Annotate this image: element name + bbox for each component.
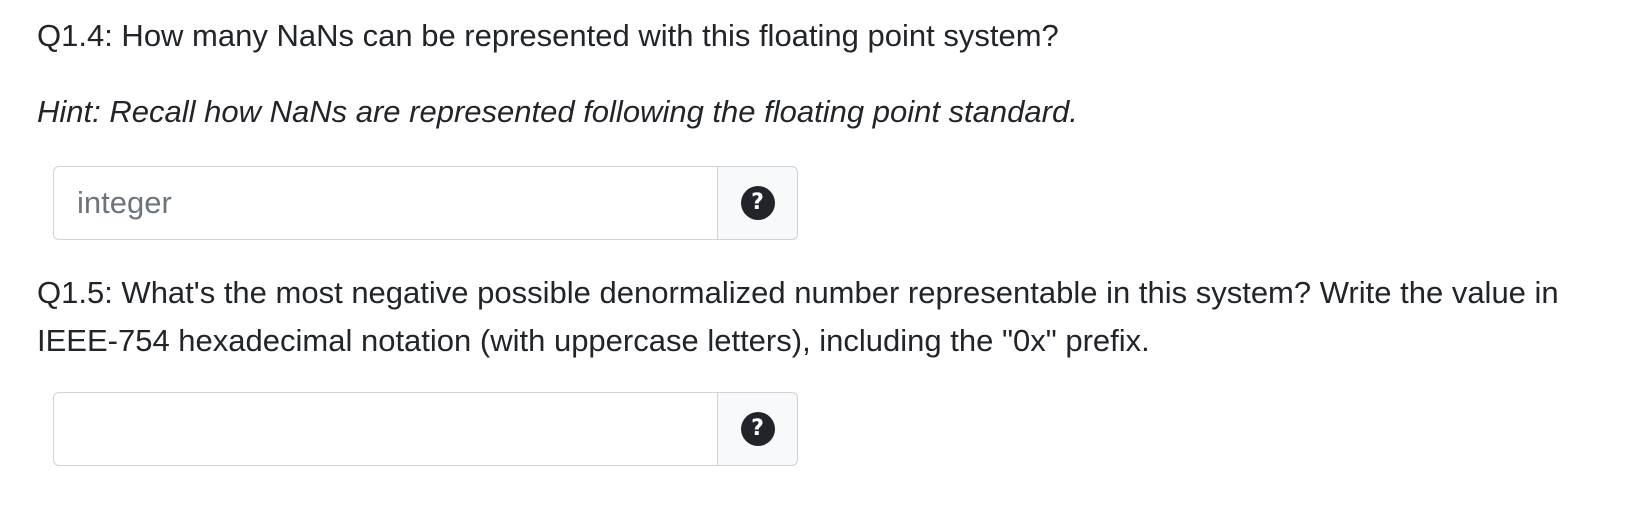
question-circle-icon: ? [740,186,775,220]
question-1-5-help-button[interactable]: ? [717,392,798,466]
question-1-4-text: Q1.4: How many NaNs can be represented w… [37,18,1059,53]
question-circle-icon: ? [740,412,775,446]
question-1-5-answer-group: ? [53,392,798,466]
question-1-5-text: Q1.5: What's the most negative possible … [37,275,1559,358]
question-1-4-answer-input[interactable] [53,166,717,240]
question-1-5-answer-input[interactable] [53,392,717,466]
question-1-4-answer-group: ? [53,166,798,240]
question-1-4-hint: Hint: Recall how NaNs are represented fo… [37,94,1078,129]
question-1-4-help-button[interactable]: ? [717,166,798,240]
